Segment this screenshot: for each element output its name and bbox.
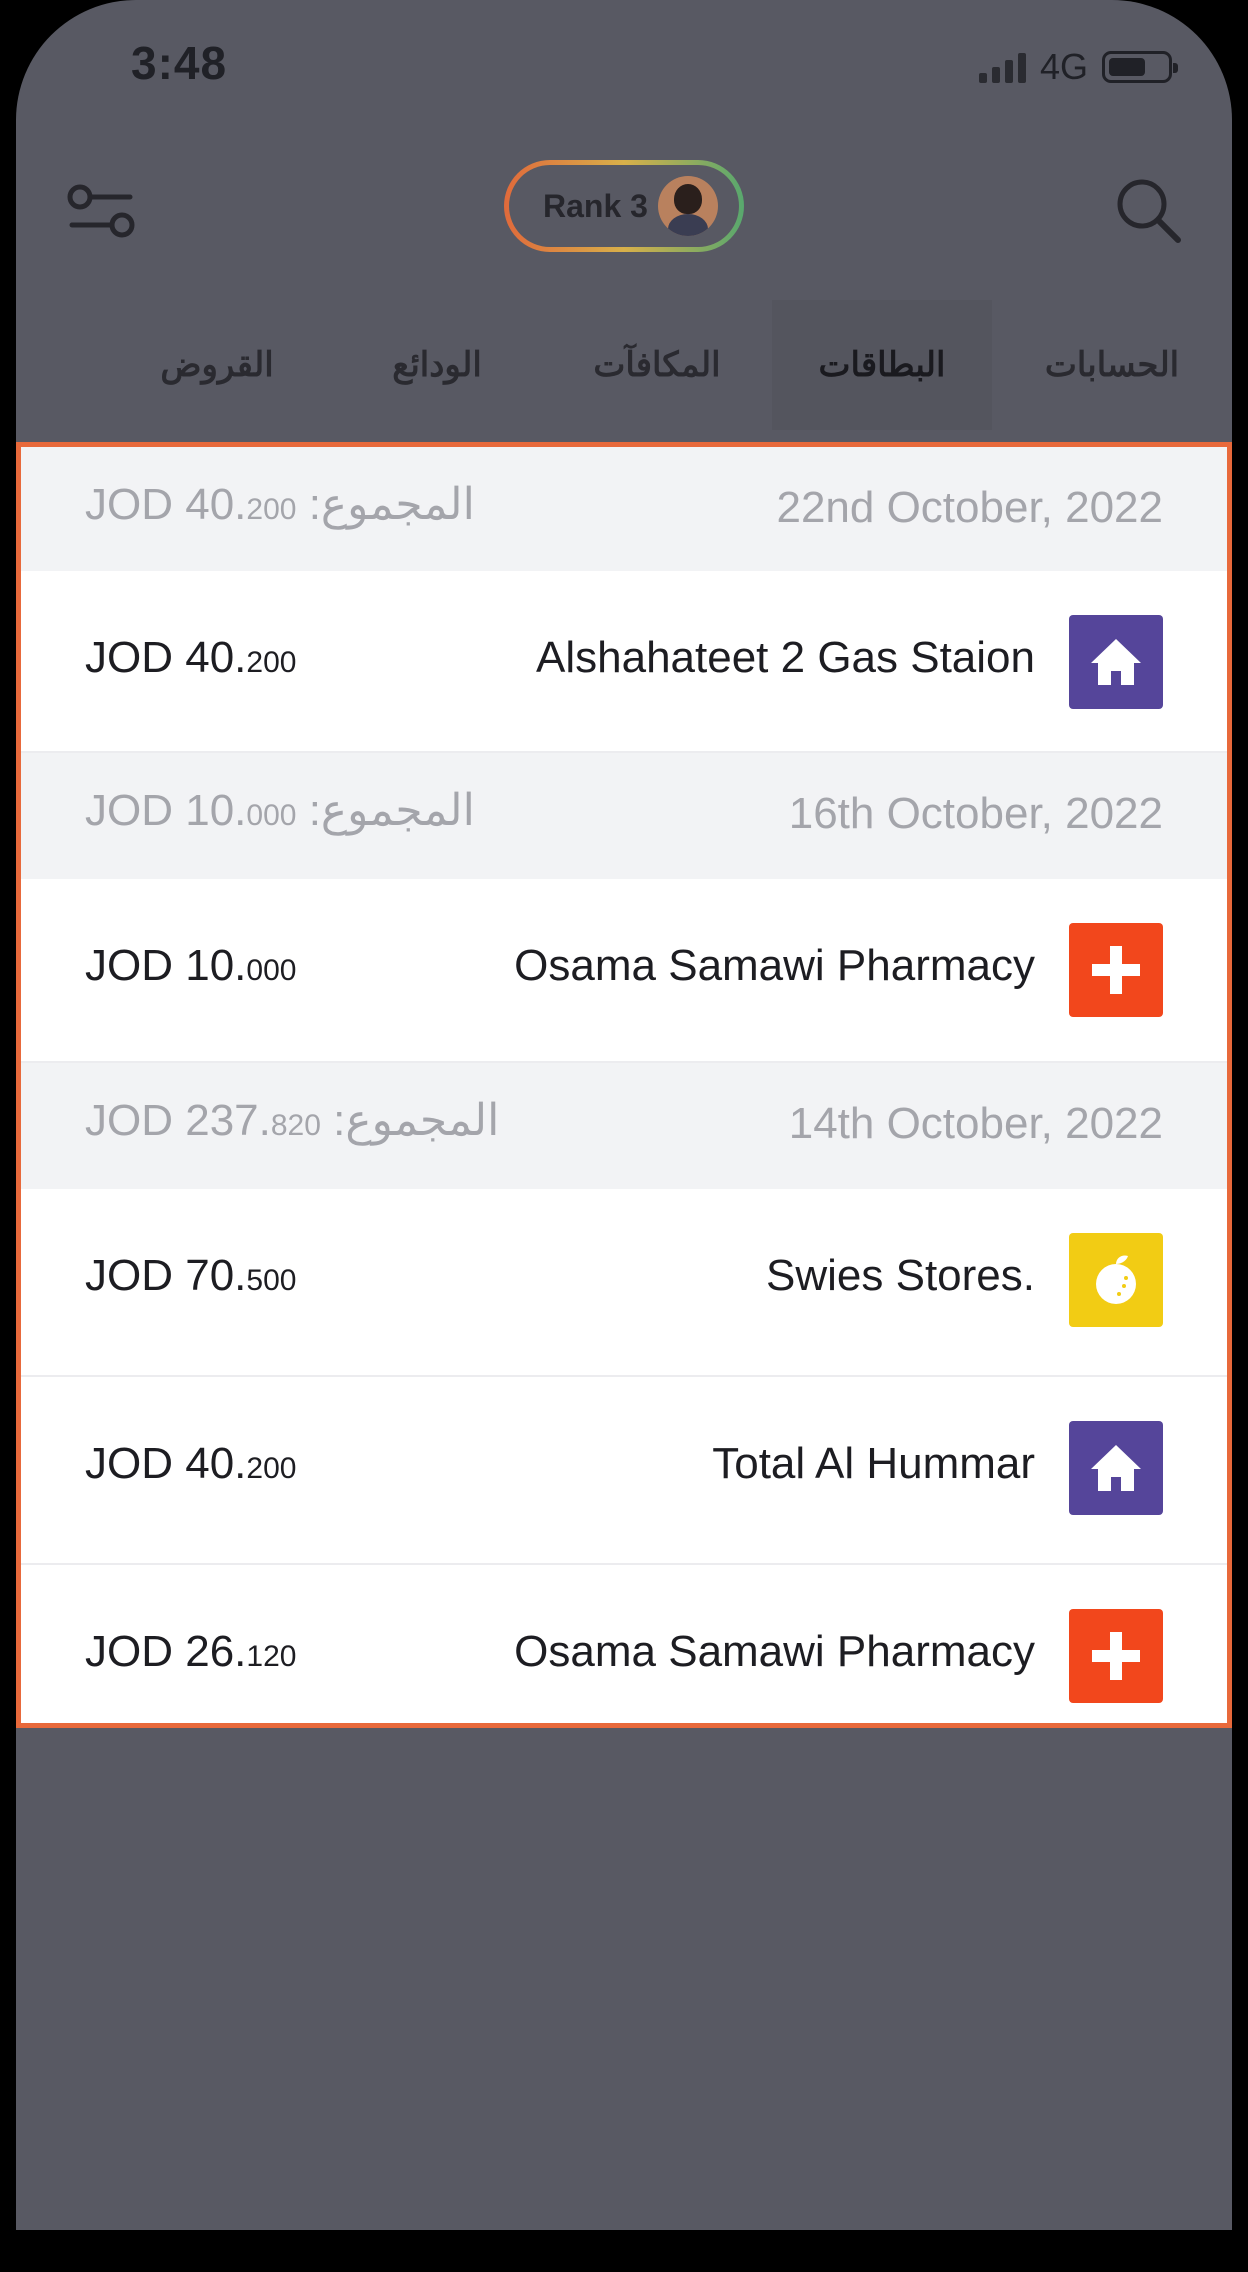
group-date: 14th October, 2022	[788, 1099, 1163, 1148]
transaction-row[interactable]: JOD 40.200 Alshahateet 2 Gas Staion	[21, 571, 1227, 753]
tab-label: المكافآت	[593, 346, 721, 384]
merchant-name: Swies Stores.	[766, 1251, 1035, 1300]
home-icon	[1069, 1421, 1163, 1515]
transaction-amount: JOD 70.500	[85, 1251, 297, 1300]
tab-loans[interactable]: القروض	[102, 300, 332, 430]
filter-icon[interactable]	[66, 176, 136, 246]
group-total: المجموع: JOD 10.000	[85, 786, 475, 835]
transaction-amount: JOD 40.200	[85, 633, 297, 682]
group-total: المجموع: JOD 237.820	[85, 1096, 500, 1145]
tab-label: القروض	[160, 346, 274, 384]
transaction-amount: JOD 10.000	[85, 941, 297, 990]
group-date: 22nd October, 2022	[776, 483, 1163, 532]
tab-cards[interactable]: البطاقات	[772, 300, 992, 430]
tab-deposits[interactable]: الودائع	[332, 300, 542, 430]
merchant-name: Total Al Hummar	[712, 1439, 1035, 1488]
status-time: 3:48	[131, 37, 228, 89]
search-icon[interactable]	[1112, 174, 1184, 246]
top-bar: Rank 3	[16, 140, 1232, 270]
phone-screen: 3:48 4G Rank 3 الحسابات البطاقات المكافآ…	[16, 0, 1232, 2230]
transaction-amount: JOD 26.120	[85, 1627, 297, 1676]
tab-label: الحسابات	[1044, 346, 1180, 384]
transaction-row[interactable]: JOD 40.200 Total Al Hummar	[21, 1377, 1227, 1565]
date-group-header: 22nd October, 2022 المجموع: JOD 40.200	[21, 447, 1227, 571]
network-label: 4G	[1039, 46, 1088, 87]
transaction-row[interactable]: JOD 70.500 Swies Stores.	[21, 1189, 1227, 1377]
merchant-name: Alshahateet 2 Gas Staion	[536, 633, 1035, 682]
date-group-header: 16th October, 2022 المجموع: JOD 10.000	[21, 753, 1227, 879]
status-bar: 3:48 4G	[16, 0, 1232, 130]
group-total: المجموع: JOD 40.200	[85, 480, 475, 529]
plus-icon	[1069, 1609, 1163, 1703]
transaction-row[interactable]: JOD 10.000 Osama Samawi Pharmacy	[21, 879, 1227, 1063]
tab-label: البطاقات	[818, 346, 946, 384]
group-date: 16th October, 2022	[788, 789, 1163, 838]
lemon-icon	[1069, 1233, 1163, 1327]
avatar	[657, 176, 718, 236]
tab-label: الودائع	[392, 346, 482, 384]
tab-bar: الحسابات البطاقات المكافآت الودائع القرو…	[16, 300, 1232, 430]
transaction-row[interactable]: JOD 26.120 Osama Samawi Pharmacy	[21, 1565, 1227, 1723]
tab-rewards[interactable]: المكافآت	[542, 300, 772, 430]
merchant-name: Osama Samawi Pharmacy	[514, 941, 1035, 990]
signal-icon	[978, 51, 1026, 83]
transaction-amount: JOD 40.200	[85, 1439, 297, 1488]
rank-badge[interactable]: Rank 3	[504, 160, 744, 252]
battery-icon	[1102, 51, 1178, 83]
tab-accounts[interactable]: الحسابات	[992, 300, 1232, 430]
home-icon	[1069, 615, 1163, 709]
merchant-name: Osama Samawi Pharmacy	[514, 1627, 1035, 1676]
status-indicators: 4G	[978, 46, 1178, 88]
plus-icon	[1069, 923, 1163, 1017]
date-group-header: 14th October, 2022 المجموع: JOD 237.820	[21, 1063, 1227, 1189]
transactions-list: 22nd October, 2022 المجموع: JOD 40.200 J…	[16, 442, 1232, 1728]
rank-label: Rank 3	[543, 187, 648, 224]
